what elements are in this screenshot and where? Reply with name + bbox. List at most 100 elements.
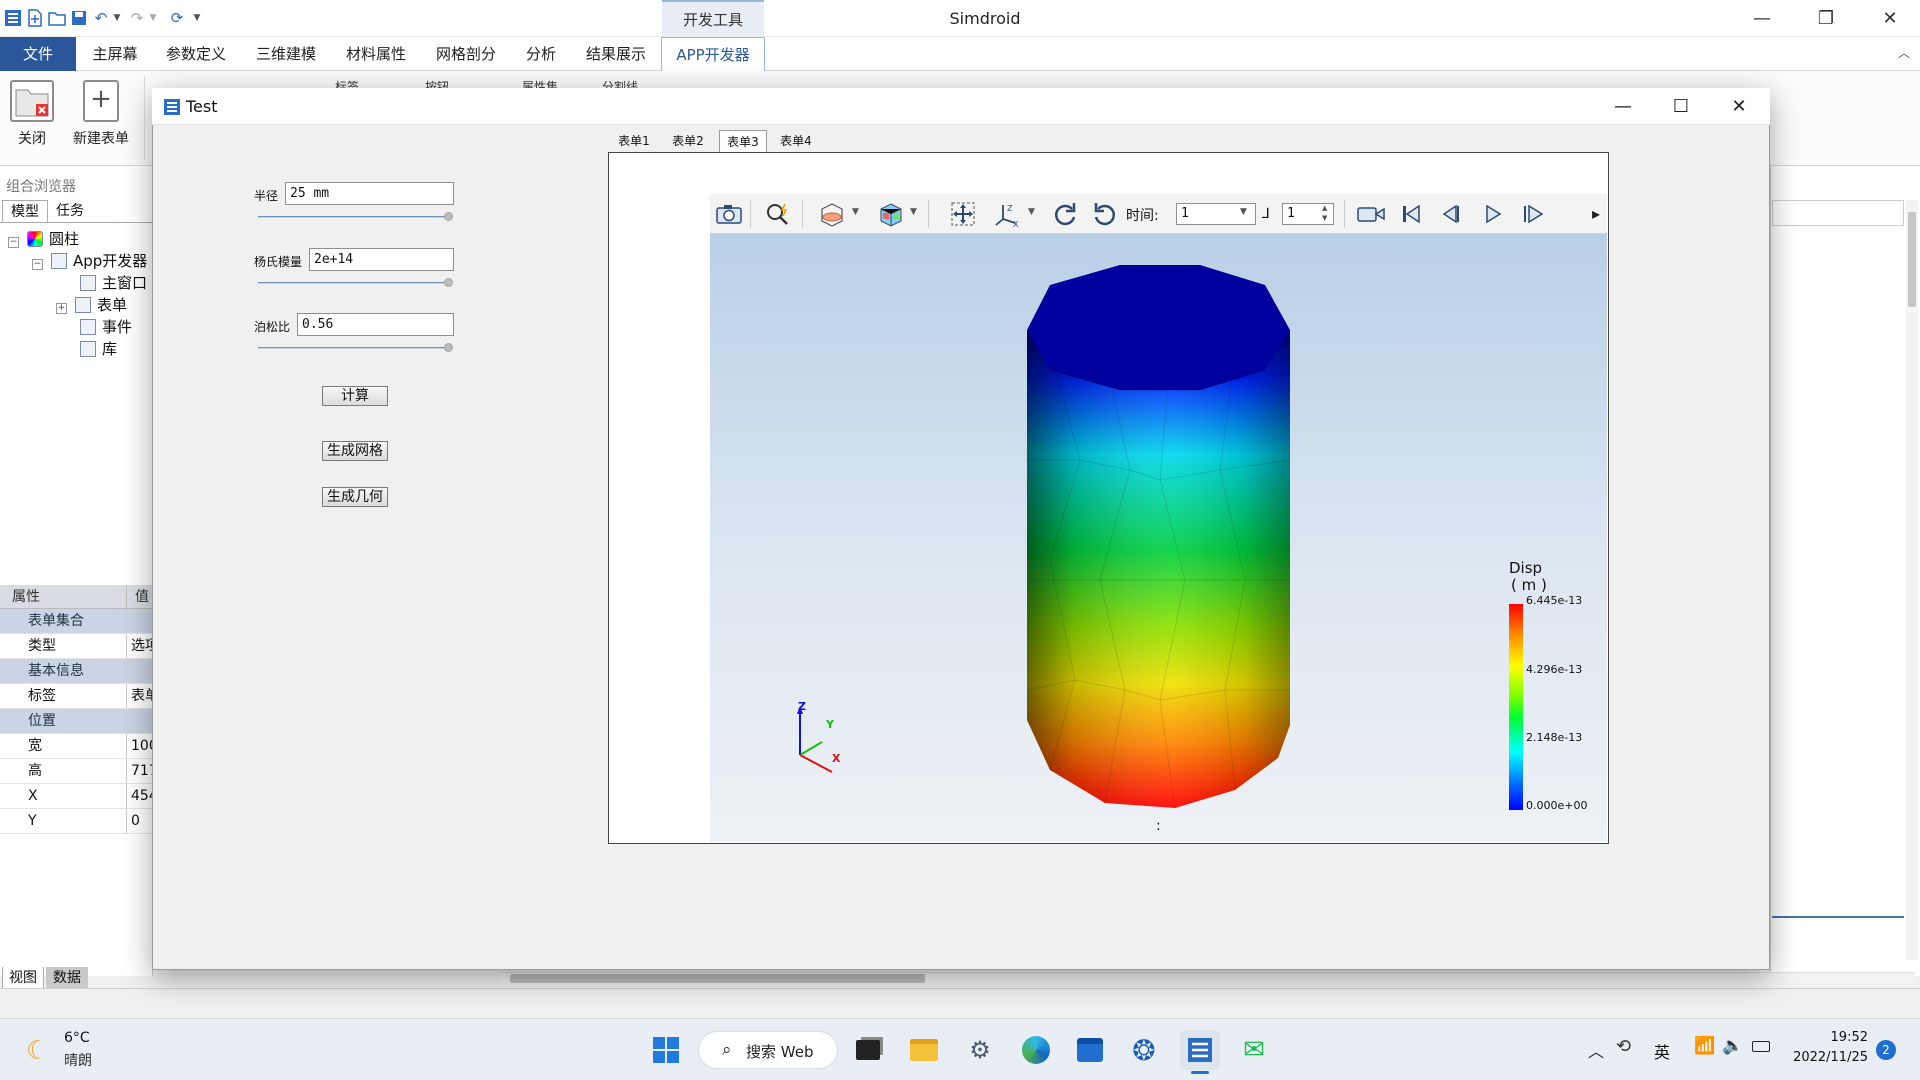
rotate-ccw-icon[interactable]: [1088, 198, 1122, 230]
tree-library[interactable]: 库: [0, 338, 150, 360]
next-frame-icon[interactable]: [1516, 198, 1550, 230]
clock-time[interactable]: 19:52: [1820, 1030, 1868, 1045]
axis-dropdown-icon[interactable]: ▼: [1028, 207, 1035, 217]
display-mode-dropdown-icon[interactable]: ▼: [910, 207, 917, 217]
ribbon-label-divider[interactable]: 分割线: [602, 78, 638, 88]
tab-model[interactable]: 模型: [2, 200, 48, 222]
prop-group-form-set[interactable]: 表单集合: [0, 609, 153, 634]
tree-main-window[interactable]: 主窗口: [0, 272, 150, 294]
expand-icon[interactable]: +: [56, 303, 67, 314]
prop-row-type[interactable]: 类型 选项: [0, 634, 153, 659]
menu-materials[interactable]: 材料属性: [336, 37, 416, 71]
slider-knob[interactable]: [444, 278, 453, 287]
axis-orientation-icon[interactable]: ZX: [990, 198, 1024, 230]
youngs-modulus-input[interactable]: 2e+14: [309, 248, 454, 271]
collapse-icon[interactable]: −: [8, 237, 19, 248]
display-mode-cube-icon[interactable]: [874, 198, 908, 230]
right-scrollbar[interactable]: [1906, 200, 1918, 960]
sync-icon[interactable]: ⟲: [1616, 1036, 1631, 1057]
right-scroll-thumb[interactable]: [1908, 212, 1916, 307]
tree-app-developer[interactable]: − App开发器: [0, 250, 150, 272]
weather-desc[interactable]: 晴朗: [64, 1050, 92, 1070]
dialog-minimize-icon[interactable]: —: [1594, 88, 1652, 125]
radius-slider[interactable]: [258, 210, 453, 224]
ime-indicator[interactable]: 英: [1654, 1039, 1670, 1063]
first-frame-icon[interactable]: [1394, 198, 1428, 230]
undo-dropdown-icon[interactable]: ▼: [106, 6, 128, 30]
wifi-icon[interactable]: 📶: [1694, 1036, 1715, 1056]
menu-app-developer[interactable]: APP开发器: [661, 37, 765, 71]
prop-row-y[interactable]: Y0: [0, 809, 153, 834]
youngs-modulus-slider[interactable]: [258, 276, 453, 290]
volume-icon[interactable]: 🔈: [1722, 1036, 1743, 1056]
menu-3d-modeling[interactable]: 三维建模: [246, 37, 326, 71]
store-icon[interactable]: [1070, 1030, 1110, 1070]
battery-icon[interactable]: [1752, 1041, 1770, 1052]
generate-mesh-button[interactable]: 生成网格: [322, 441, 388, 461]
refresh-icon[interactable]: ⟳: [166, 6, 188, 30]
customize-toolbar-icon[interactable]: ▼: [186, 6, 208, 30]
ribbon-label-button[interactable]: 按钮: [425, 78, 449, 88]
menu-analysis[interactable]: 分析: [516, 37, 566, 71]
show-hidden-icons-icon[interactable]: ︿: [1588, 1038, 1604, 1062]
dialog-maximize-icon[interactable]: ☐: [1652, 88, 1710, 125]
prop-value[interactable]: 454: [127, 784, 153, 808]
restore-icon[interactable]: ❐: [1798, 0, 1854, 37]
prop-group-position[interactable]: 位置: [0, 709, 153, 734]
prop-row-x[interactable]: X454: [0, 784, 153, 809]
play-icon[interactable]: [1476, 198, 1510, 230]
simdroid-taskbar-icon[interactable]: [1180, 1030, 1220, 1070]
prop-value[interactable]: 100: [127, 734, 153, 758]
form-tab-1[interactable]: 表单1: [611, 130, 657, 152]
form-tab-2[interactable]: 表单2: [665, 130, 711, 152]
prop-row-width[interactable]: 宽100: [0, 734, 153, 759]
ribbon-label-tag[interactable]: 标签: [335, 78, 359, 88]
toolbar-overflow-icon[interactable]: ▸: [1592, 204, 1600, 223]
prop-value[interactable]: 表单: [127, 684, 153, 708]
prop-group-basic-info[interactable]: 基本信息: [0, 659, 153, 684]
task-view-icon[interactable]: [848, 1030, 888, 1070]
slider-knob[interactable]: [444, 343, 453, 352]
close-window-icon[interactable]: ✕: [1862, 0, 1918, 37]
file-explorer-icon[interactable]: [904, 1030, 944, 1070]
ribbon-label-propset[interactable]: 属性集: [522, 78, 558, 88]
tab-data[interactable]: 数据: [46, 967, 88, 989]
wechat-icon[interactable]: ✉: [1234, 1030, 1274, 1070]
close-form-button[interactable]: 关闭: [8, 80, 56, 160]
collapse-ribbon-icon[interactable]: ︿: [1898, 44, 1910, 61]
zoom-fit-icon[interactable]: [762, 198, 796, 230]
prop-row-height[interactable]: 高717: [0, 759, 153, 784]
weather-temp[interactable]: 6°C: [64, 1030, 90, 1046]
notification-badge[interactable]: 2: [1876, 1040, 1896, 1060]
save-icon[interactable]: [68, 6, 90, 30]
clip-dropdown-icon[interactable]: ▼: [852, 207, 859, 217]
compute-button[interactable]: 计算: [322, 386, 388, 406]
generate-geometry-button[interactable]: 生成几何: [322, 487, 388, 507]
poisson-ratio-slider[interactable]: [258, 341, 453, 355]
minimize-icon[interactable]: —: [1734, 0, 1790, 37]
menu-results[interactable]: 结果展示: [576, 37, 656, 71]
screenshot-camera-icon[interactable]: [712, 198, 746, 230]
app-swirl-icon[interactable]: ❂: [1124, 1030, 1164, 1070]
moon-weather-icon[interactable]: ☾: [26, 1036, 49, 1066]
redo-dropdown-icon[interactable]: ▼: [142, 6, 164, 30]
tree-forms[interactable]: + 表单: [0, 294, 150, 316]
open-folder-icon[interactable]: [46, 6, 68, 30]
menu-meshing[interactable]: 网格剖分: [426, 37, 506, 71]
tab-view[interactable]: 视图: [2, 967, 44, 989]
radius-input[interactable]: 25 mm: [285, 182, 454, 205]
prop-value[interactable]: 选项: [127, 634, 153, 658]
windows-start-icon[interactable]: [646, 1030, 686, 1070]
prop-value[interactable]: 0: [127, 809, 153, 833]
tab-task[interactable]: 任务: [50, 200, 90, 222]
prop-row-label[interactable]: 标签 表单: [0, 684, 153, 709]
time-select-chevron-down-icon[interactable]: ▼: [1240, 207, 1247, 217]
new-form-button[interactable]: + 新建表单: [68, 80, 134, 160]
spinbox-arrows-icon[interactable]: ▲ ▼: [1322, 203, 1327, 223]
cylinder-mesh-render[interactable]: [1020, 260, 1300, 820]
horizontal-scroll-thumb[interactable]: [510, 974, 925, 983]
form-tab-4[interactable]: 表单4: [773, 130, 819, 152]
previous-frame-icon[interactable]: [1434, 198, 1468, 230]
menu-file[interactable]: 文件: [0, 37, 76, 71]
new-file-icon[interactable]: [24, 6, 46, 30]
